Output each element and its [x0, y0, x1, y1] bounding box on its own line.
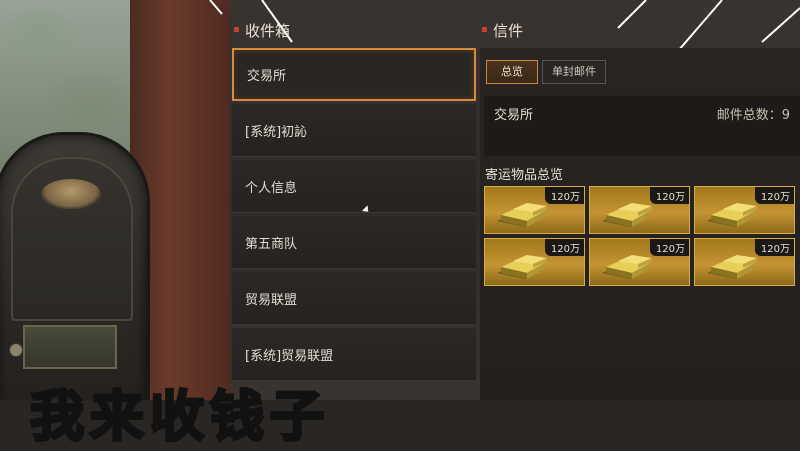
inbox-item-system-intro[interactable]: [系统]初訫 — [232, 104, 476, 157]
inbox-item-fifth-caravan[interactable]: 第五商队 — [232, 216, 476, 269]
inbox-title-text: 收件箱 — [245, 22, 291, 40]
shipped-items-grid: 120万 120万 120万 120万 120万 120万 — [484, 186, 800, 286]
inbox-item-personal-info[interactable]: 个人信息 — [232, 160, 476, 213]
mail-sender: 交易所 — [494, 108, 534, 123]
inbox-item-label: 交易所 — [247, 69, 287, 84]
letter-title: 信件 — [482, 18, 523, 44]
inbox-item-trade-union[interactable]: 贸易联盟 — [232, 272, 476, 325]
video-caption: 我来收钱子 — [29, 384, 330, 450]
item-quantity: 120万 — [544, 239, 584, 256]
letter-title-text: 信件 — [493, 22, 524, 40]
item-slot[interactable]: 120万 — [484, 186, 585, 234]
inbox-list: 交易所 [系统]初訫 个人信息 第五商队 贸易联盟 [系统]贸易联盟 — [232, 48, 476, 400]
item-quantity: 120万 — [754, 187, 794, 204]
mail-info-box: 交易所 邮件总数：9 — [484, 96, 800, 156]
inbox-item-exchange[interactable]: 交易所 — [232, 48, 476, 101]
inbox-item-label: [系统]贸易联盟 — [245, 348, 334, 364]
item-quantity: 120万 — [649, 187, 689, 204]
mail-count: 邮件总数：9 — [716, 108, 790, 123]
shipped-items-title: 寄运物品总览 — [485, 168, 564, 183]
mailbox-illustration — [0, 132, 150, 400]
mailbox-ornament — [41, 179, 101, 209]
item-quantity: 120万 — [544, 187, 584, 204]
title-marker-icon — [482, 27, 487, 32]
mailbox-slot — [23, 325, 117, 369]
inbox-item-label: 贸易联盟 — [245, 292, 298, 308]
inbox-item-label: [系统]初訫 — [245, 124, 308, 140]
item-quantity: 120万 — [649, 239, 689, 256]
inbox-item-label: 第五商队 — [245, 236, 298, 252]
title-marker-icon — [234, 27, 239, 32]
inbox-item-label: 个人信息 — [245, 180, 298, 196]
item-slot[interactable]: 120万 — [484, 238, 585, 286]
item-slot[interactable]: 120万 — [694, 238, 795, 286]
tab-single-mail[interactable]: 单封邮件 — [542, 60, 606, 84]
item-quantity: 120万 — [754, 239, 794, 256]
inbox-title: 收件箱 — [234, 18, 290, 44]
item-slot[interactable]: 120万 — [589, 238, 690, 286]
mailbox-knob — [9, 343, 23, 357]
item-slot[interactable]: 120万 — [694, 186, 795, 234]
letter-panel: 总览 单封邮件 交易所 邮件总数：9 寄运物品总览 120万 120万 120万… — [480, 48, 800, 400]
tab-overview[interactable]: 总览 — [486, 60, 538, 84]
item-slot[interactable]: 120万 — [589, 186, 690, 234]
letter-tabs: 总览 单封邮件 — [486, 60, 606, 84]
